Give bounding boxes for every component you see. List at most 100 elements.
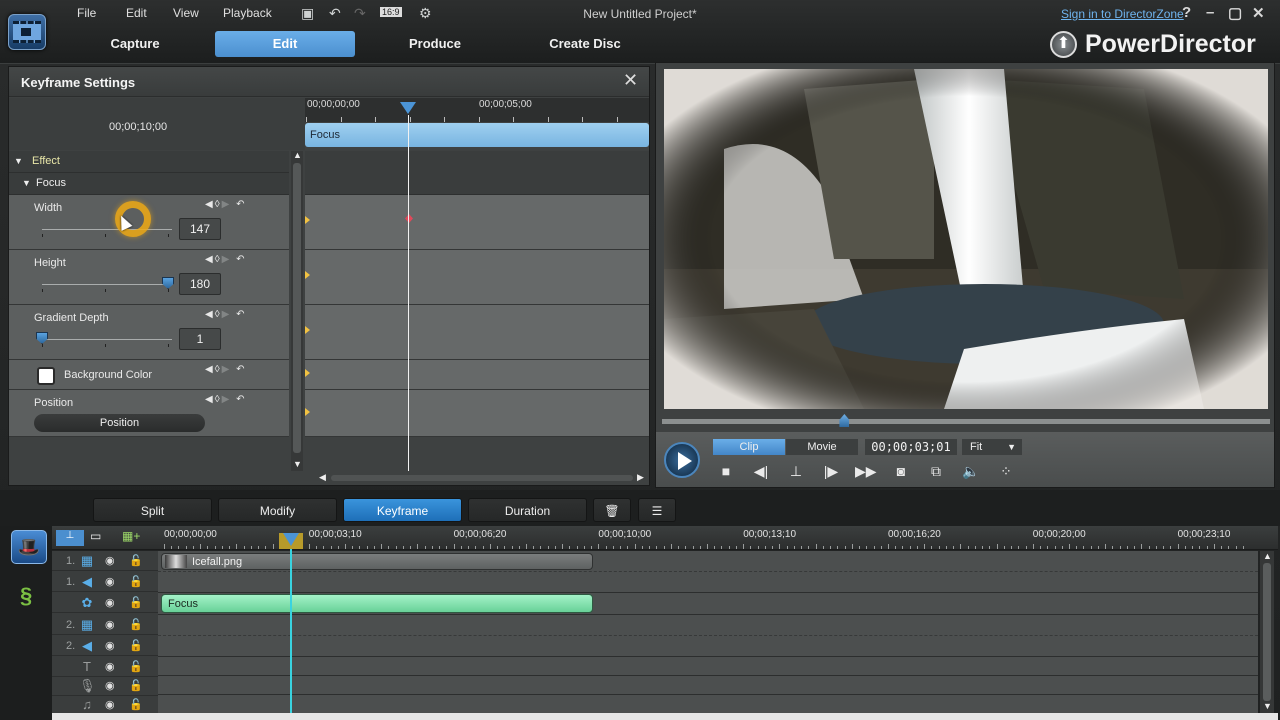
lock-icon[interactable]: 🔓 bbox=[129, 575, 143, 588]
visibility-eye-icon[interactable]: ◉ bbox=[105, 660, 115, 673]
ruler-tick bbox=[953, 546, 955, 549]
keyframe-nav-controls[interactable]: ◀◊▶ ↶ bbox=[205, 199, 247, 210]
movie-mode-button[interactable]: Movie bbox=[786, 439, 858, 455]
maximize-button[interactable]: ▢ bbox=[1228, 4, 1242, 22]
visibility-eye-icon[interactable]: ◉ bbox=[105, 554, 115, 567]
display-settings-icon[interactable]: ⁘ bbox=[996, 463, 1016, 480]
scroll-up-icon[interactable]: ▲ bbox=[293, 150, 302, 160]
modify-button[interactable]: Modify bbox=[218, 498, 337, 522]
keyframe-playhead[interactable] bbox=[400, 102, 416, 114]
gradient-depth-value[interactable]: 1 bbox=[179, 328, 221, 350]
lock-icon[interactable]: 🔓 bbox=[129, 660, 143, 673]
duration-button[interactable]: Duration bbox=[468, 498, 587, 522]
tab-capture[interactable]: Capture bbox=[65, 31, 205, 57]
position-keyframe-track bbox=[305, 390, 649, 437]
tab-create-disc[interactable]: Create Disc bbox=[515, 31, 655, 57]
add-track-icon[interactable]: ▦+ bbox=[122, 529, 140, 543]
group-focus[interactable]: ▼ Focus bbox=[9, 173, 289, 195]
close-button[interactable]: ✕ bbox=[1252, 4, 1265, 22]
gradient-depth-slider[interactable] bbox=[42, 339, 172, 340]
visibility-eye-icon[interactable]: ◉ bbox=[105, 575, 115, 588]
timeline-playhead[interactable] bbox=[283, 533, 299, 546]
keyframe-nav-controls[interactable]: ◀◊▶ ↶ bbox=[205, 364, 247, 375]
visibility-eye-icon[interactable]: ◉ bbox=[105, 679, 115, 692]
snapshot-camera-icon[interactable]: ◙ bbox=[891, 463, 911, 479]
zoom-select[interactable]: Fit ▼ bbox=[962, 439, 1022, 455]
sign-in-link[interactable]: Sign in to DirectorZone bbox=[1061, 7, 1184, 21]
upgrade-arrow-icon[interactable]: ⬆ bbox=[1050, 31, 1077, 58]
param-label: Gradient Depth bbox=[34, 312, 109, 324]
collapse-triangle-icon[interactable]: ▼ bbox=[22, 178, 31, 188]
keyframe-button[interactable]: Keyframe bbox=[343, 498, 462, 522]
visibility-eye-icon[interactable]: ◉ bbox=[105, 639, 115, 652]
split-marker-icon[interactable]: ⊥ bbox=[786, 463, 806, 480]
height-slider[interactable] bbox=[42, 284, 172, 285]
timeline-clip-focus-effect[interactable]: Focus bbox=[161, 594, 593, 613]
preview-scrub-thumb[interactable] bbox=[839, 414, 850, 427]
position-button[interactable]: Position bbox=[34, 414, 205, 432]
keyframe-nav-controls[interactable]: ◀◊▶ ↶ bbox=[205, 309, 247, 320]
keyframe-ruler[interactable]: 00;00;00;00 00;00;05;00 bbox=[305, 98, 649, 122]
preview-scrub-bar[interactable] bbox=[662, 419, 1270, 424]
scroll-down-icon[interactable]: ▼ bbox=[293, 459, 302, 469]
previous-frame-icon[interactable]: ◀| bbox=[751, 463, 771, 480]
timeline-vertical-scrollbar[interactable]: ▲ ▼ bbox=[1260, 551, 1274, 713]
storyboard-view-icon[interactable]: ▭ bbox=[90, 529, 101, 543]
keyframe-nav-controls[interactable]: ◀◊▶ ↶ bbox=[205, 394, 247, 405]
ruler-tick bbox=[735, 546, 737, 549]
fast-forward-icon[interactable]: ▶▶ bbox=[855, 463, 877, 480]
minimize-button[interactable]: – bbox=[1206, 4, 1214, 21]
timecode-display[interactable]: 00;00;03;01 bbox=[865, 439, 957, 455]
group-effect[interactable]: ▼ Effect bbox=[9, 151, 289, 173]
ruler-tick bbox=[214, 546, 216, 549]
help-button[interactable]: ? bbox=[1182, 4, 1191, 21]
visibility-eye-icon[interactable]: ◉ bbox=[105, 596, 115, 609]
more-features-list-icon[interactable]: ☰ bbox=[638, 498, 676, 522]
magic-tools-icon[interactable]: 🎩 bbox=[11, 530, 47, 564]
lock-icon[interactable]: 🔓 bbox=[129, 618, 143, 631]
width-slider[interactable] bbox=[42, 229, 172, 230]
timeline-clip-icefall[interactable]: Icefall.png bbox=[161, 553, 593, 570]
undock-preview-icon[interactable]: ⧉ bbox=[926, 463, 946, 480]
timeline-tracks[interactable]: Icefall.png Focus bbox=[158, 551, 1258, 713]
visibility-eye-icon[interactable]: ◉ bbox=[105, 698, 115, 711]
lock-icon[interactable]: 🔓 bbox=[129, 639, 143, 652]
visibility-eye-icon[interactable]: ◉ bbox=[105, 618, 115, 631]
fix-enhance-icon[interactable]: § bbox=[20, 583, 32, 609]
scroll-right-icon[interactable]: ▶ bbox=[637, 472, 644, 483]
timeline-horizontal-scrollbar[interactable] bbox=[52, 713, 1278, 720]
ruler-tick bbox=[605, 546, 607, 549]
keyframe-clip-bar[interactable]: Focus bbox=[305, 123, 649, 147]
keyframe-horizontal-scrollbar[interactable]: ◀ ▶ bbox=[319, 472, 647, 483]
timeline-view-icon[interactable]: ⊥ bbox=[56, 530, 84, 546]
video-track-icon: ▦ bbox=[80, 553, 94, 568]
slider-thumb[interactable] bbox=[162, 277, 174, 289]
ruler-tick bbox=[1235, 546, 1237, 549]
volume-icon[interactable]: 🔈 bbox=[961, 463, 981, 480]
keyframe-nav-controls[interactable]: ◀◊▶ ↶ bbox=[205, 254, 247, 265]
scroll-down-icon[interactable]: ▼ bbox=[1263, 701, 1272, 711]
scroll-left-icon[interactable]: ◀ bbox=[319, 472, 326, 483]
lock-icon[interactable]: 🔓 bbox=[129, 554, 143, 567]
split-button[interactable]: Split bbox=[93, 498, 212, 522]
lock-icon[interactable]: 🔓 bbox=[129, 596, 143, 609]
width-value[interactable]: 147 bbox=[179, 218, 221, 240]
close-icon[interactable]: ✕ bbox=[623, 70, 638, 91]
next-frame-icon[interactable]: |▶ bbox=[821, 463, 841, 480]
lock-icon[interactable]: 🔓 bbox=[129, 698, 143, 711]
stop-icon[interactable]: ■ bbox=[716, 463, 736, 479]
collapse-triangle-icon[interactable]: ▼ bbox=[14, 156, 23, 166]
tab-produce[interactable]: Produce bbox=[365, 31, 505, 57]
clip-mode-button[interactable]: Clip bbox=[713, 439, 785, 455]
height-value[interactable]: 180 bbox=[179, 273, 221, 295]
slider-thumb[interactable] bbox=[36, 332, 48, 344]
preview-video[interactable] bbox=[664, 69, 1268, 409]
play-button[interactable] bbox=[664, 442, 700, 478]
tab-edit[interactable]: Edit bbox=[215, 31, 355, 57]
delete-trash-icon[interactable]: 🗑 bbox=[593, 498, 631, 522]
timeline-ruler[interactable]: ⊥ ▭ ▦+ 00;00;00;00 00;00;03;10 00;00;06;20… bbox=[52, 526, 1278, 550]
lock-icon[interactable]: 🔓 bbox=[129, 679, 143, 692]
background-color-swatch[interactable] bbox=[37, 367, 55, 385]
keyframe-vertical-scrollbar[interactable]: ▲ ▼ bbox=[291, 150, 303, 471]
scroll-up-icon[interactable]: ▲ bbox=[1263, 551, 1272, 561]
